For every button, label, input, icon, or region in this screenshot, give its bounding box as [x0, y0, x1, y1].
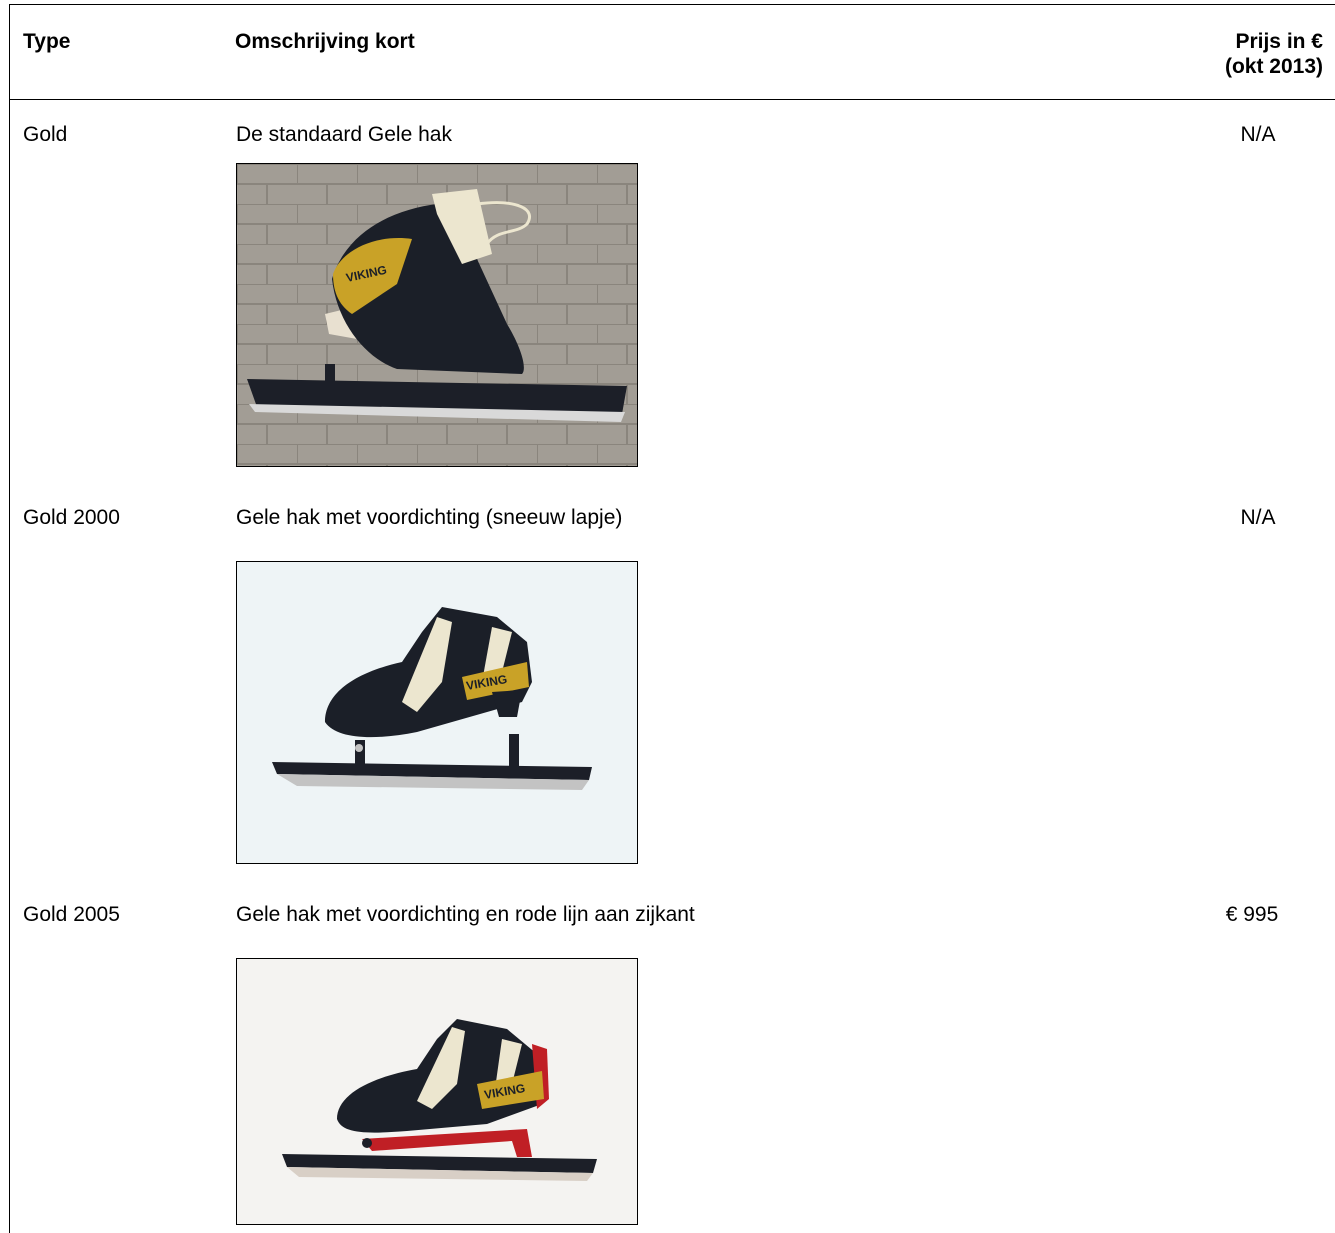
table-top-border: [9, 4, 1335, 5]
column-header-price: Prijs in € (okt 2013): [1225, 29, 1323, 79]
table-left-border: [9, 4, 10, 1233]
column-header-price-line2: (okt 2013): [1224, 55, 1323, 78]
row-description: Gele hak met voordichting (sneeuw lapje): [236, 506, 623, 529]
row-type: Gold: [23, 123, 68, 146]
row-price: € 995: [1225, 903, 1279, 926]
column-header-description: Omschrijving kort: [235, 30, 415, 53]
skate-photo-viking-gold: VIKING: [236, 163, 638, 467]
skate-photo-viking-gold-2005: VIKING: [236, 958, 638, 1225]
skate-illustration: VIKING: [237, 562, 637, 863]
row-type: Gold 2005: [23, 903, 120, 926]
row-type: Gold 2000: [23, 506, 120, 529]
row-description: De standaard Gele hak: [236, 123, 452, 146]
skate-photo-viking-gold-2000: VIKING: [236, 561, 638, 864]
row-description: Gele hak met voordichting en rode lijn a…: [236, 903, 695, 926]
row-price: N/A: [1240, 506, 1276, 529]
skate-illustration: VIKING: [237, 164, 637, 466]
column-header-type: Type: [23, 30, 71, 53]
column-header-price-line1: Prijs in €: [1235, 30, 1323, 53]
skate-illustration: VIKING: [237, 959, 637, 1224]
row-price: N/A: [1240, 123, 1276, 146]
header-bottom-border: [9, 99, 1335, 100]
